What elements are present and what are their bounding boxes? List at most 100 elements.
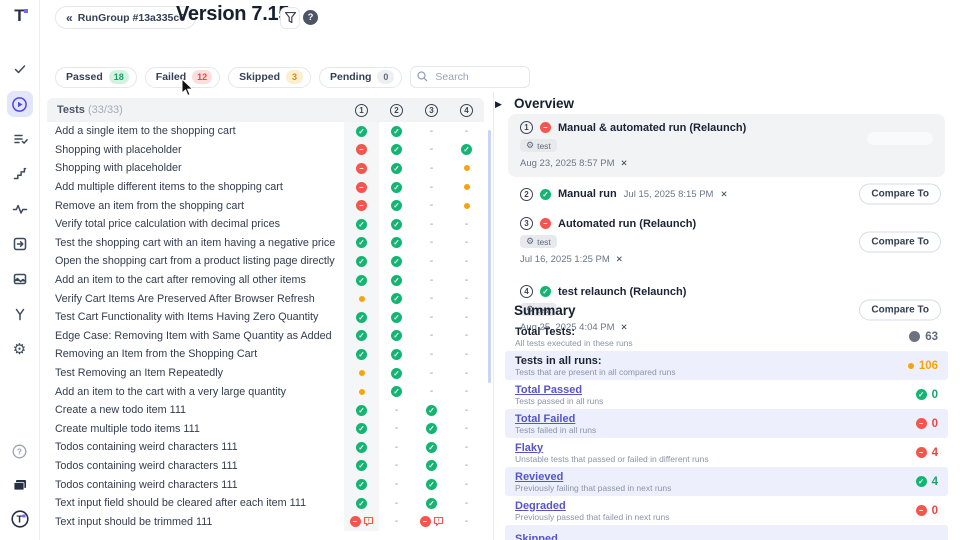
- steps-icon[interactable]: [7, 161, 33, 187]
- filter-button[interactable]: [280, 7, 300, 29]
- box-arrow-icon[interactable]: [7, 231, 33, 257]
- compare-to-button[interactable]: Compare To: [859, 299, 941, 320]
- branch-icon[interactable]: [7, 301, 33, 327]
- test-name: Create a new todo item 111: [47, 404, 344, 416]
- table-row[interactable]: Add multiple different items to the shop…: [47, 178, 484, 197]
- help-circle-icon[interactable]: ?: [7, 438, 33, 464]
- test-name: Add an item to the cart after removing a…: [47, 274, 344, 286]
- filter-chip-skipped[interactable]: Skipped3: [228, 67, 311, 88]
- run-column-header[interactable]: 4: [449, 104, 484, 117]
- search-input[interactable]: [410, 66, 530, 88]
- run-column-header[interactable]: 2: [379, 104, 414, 117]
- table-row[interactable]: Todos containing weird characters 111✓-✓…: [47, 438, 484, 457]
- run-tag-chip[interactable]: ⚙test: [520, 139, 557, 152]
- summary-row-title[interactable]: Total Passed: [515, 384, 916, 396]
- close-icon[interactable]: ✕: [621, 158, 628, 169]
- status-cell: ✓: [344, 420, 379, 439]
- rungroup-back-button[interactable]: « RunGroup #13a335c6: [55, 6, 196, 29]
- help-icon[interactable]: ?: [303, 10, 318, 25]
- table-row[interactable]: Create multiple todo items 111✓-✓-: [47, 420, 484, 439]
- summary-row-title[interactable]: Revieved: [515, 471, 916, 483]
- status-cell: ✓: [344, 401, 379, 420]
- scrollbar-thumb[interactable]: [488, 130, 491, 383]
- status-cell: ✓: [414, 401, 449, 420]
- comment-icon[interactable]: !: [433, 516, 444, 527]
- summary-row-title[interactable]: Skipped: [515, 533, 938, 540]
- passed-icon: ✓: [391, 312, 402, 323]
- test-name: Add an item to the cart with a very larg…: [47, 386, 344, 398]
- summary-row-text: Skipped: [515, 533, 938, 540]
- passed-icon: ✓: [356, 312, 367, 323]
- no-run-dash: -: [465, 126, 468, 137]
- folders-icon[interactable]: [7, 472, 33, 498]
- status-cell: ✓: [414, 420, 449, 439]
- status-cell: ✓: [414, 475, 449, 494]
- table-row[interactable]: Edge Case: Removing Item with Same Quant…: [47, 327, 484, 346]
- logo-circle-icon[interactable]: T: [7, 506, 33, 532]
- check-icon[interactable]: [7, 56, 33, 82]
- table-row[interactable]: Remove an item from the shopping cart−✓-: [47, 196, 484, 215]
- table-row[interactable]: Todos containing weird characters 111✓-✓…: [47, 457, 484, 476]
- table-row[interactable]: Create a new todo item 111✓-✓-: [47, 401, 484, 420]
- compare-to-button[interactable]: Compare To: [859, 184, 941, 205]
- run-item[interactable]: 1−Manual & automated run (Relaunch)⚙test…: [508, 114, 945, 177]
- status-cell: ✓: [414, 438, 449, 457]
- status-cell: -: [449, 308, 484, 327]
- play-circle-icon[interactable]: [7, 91, 33, 117]
- run-tag-chip[interactable]: ⚙test: [520, 235, 557, 248]
- skipped-icon: [359, 296, 365, 302]
- table-row[interactable]: Test Removing an Item Repeatedly✓--: [47, 364, 484, 383]
- passed-icon: ✓: [426, 423, 437, 434]
- run-item[interactable]: 3−Automated run (Relaunch)⚙testJul 16, 2…: [508, 210, 945, 273]
- failed-icon: −: [356, 182, 367, 193]
- table-row[interactable]: Text input should be trimmed 111−!-−!-: [47, 512, 484, 531]
- table-row[interactable]: Removing an Item from the Shopping Cart✓…: [47, 345, 484, 364]
- table-row[interactable]: Test the shopping cart with an item havi…: [47, 234, 484, 253]
- table-row[interactable]: Add an item to the cart after removing a…: [47, 271, 484, 290]
- passed-icon: ✓: [391, 256, 402, 267]
- run-item[interactable]: 2✓Manual runJul 15, 2025 8:15 PM✕Compare…: [508, 182, 945, 206]
- filter-chip-failed[interactable]: Failed12: [145, 67, 220, 88]
- passed-icon: ✓: [391, 386, 402, 397]
- activity-icon[interactable]: [7, 196, 33, 222]
- list-check-icon[interactable]: [7, 126, 33, 152]
- failed-icon: −: [916, 447, 927, 458]
- collapse-arrow-icon[interactable]: ▶: [495, 99, 502, 110]
- table-row[interactable]: Add an item to the cart with a very larg…: [47, 382, 484, 401]
- filter-chip-passed[interactable]: Passed18: [55, 67, 137, 88]
- table-row[interactable]: Open the shopping cart from a product li…: [47, 252, 484, 271]
- table-row[interactable]: Verify total price calculation with deci…: [47, 215, 484, 234]
- filter-chip-pending[interactable]: Pending0: [319, 67, 402, 88]
- comment-icon[interactable]: !: [363, 516, 374, 527]
- passed-icon: ✓: [356, 460, 367, 471]
- run-column-header[interactable]: 3: [414, 104, 449, 117]
- overview-heading: Overview: [514, 96, 574, 111]
- close-icon[interactable]: ✕: [720, 189, 727, 200]
- no-run-dash: -: [395, 498, 398, 509]
- summary-row-title[interactable]: Degraded: [515, 500, 916, 512]
- summary-row-value: 106: [908, 360, 938, 372]
- close-icon[interactable]: ✕: [616, 254, 623, 265]
- app-logo-icon[interactable]: T: [14, 6, 24, 26]
- no-run-dash: -: [465, 330, 468, 341]
- compare-to-button[interactable]: Compare To: [859, 231, 941, 252]
- table-row[interactable]: Test Cart Functionality with Items Havin…: [47, 308, 484, 327]
- status-cell: ✓: [344, 234, 379, 253]
- image-icon[interactable]: [7, 266, 33, 292]
- table-row[interactable]: Todos containing weird characters 111✓-✓…: [47, 475, 484, 494]
- gear-icon[interactable]: ⚙: [7, 336, 33, 362]
- table-row[interactable]: Text input field should be cleared after…: [47, 494, 484, 513]
- summary-row-title[interactable]: Flaky: [515, 442, 916, 454]
- table-row[interactable]: Verify Cart Items Are Preserved After Br…: [47, 289, 484, 308]
- no-run-dash: -: [465, 368, 468, 379]
- status-cell: ✓: [344, 252, 379, 271]
- table-row[interactable]: Shopping with placeholder−✓-: [47, 159, 484, 178]
- test-name: Test Removing an Item Repeatedly: [47, 367, 344, 379]
- passed-icon: ✓: [391, 275, 402, 286]
- summary-row-text: Total PassedTests passed in all runs: [515, 384, 916, 406]
- table-row[interactable]: Add a single item to the shopping cart✓✓…: [47, 122, 484, 141]
- run-column-header[interactable]: 1: [344, 104, 379, 117]
- table-row[interactable]: Shopping with placeholder−✓-✓: [47, 141, 484, 160]
- filter-chip-count-badge: 12: [192, 70, 212, 84]
- summary-row-title[interactable]: Total Failed: [515, 413, 916, 425]
